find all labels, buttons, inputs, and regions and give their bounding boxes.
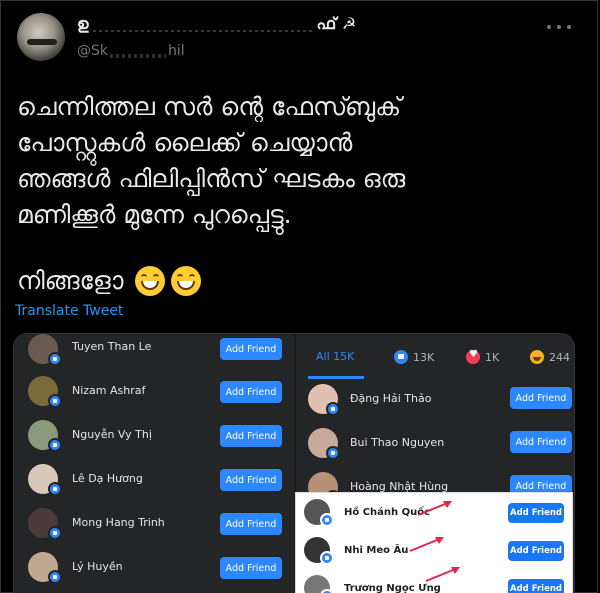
red-arrow-icon <box>409 537 444 552</box>
tweet-line: ഞങ്ങൾ ഫിലിപ്പിൻസ് ഘടകം ഒരു <box>17 164 406 193</box>
add-friend-button[interactable]: Add Friend <box>220 381 282 403</box>
author-name-start: ഉ <box>77 14 89 33</box>
like-badge-icon <box>320 551 334 565</box>
list-item: Bui Thao Nguyen Add Friend <box>296 422 574 466</box>
author-avatar[interactable] <box>17 13 65 61</box>
overlay-friend-list: Hồ Chánh Quốc Add Friend Nhi Meo Âu Add … <box>295 492 573 593</box>
author-handle[interactable]: @Sk hil <box>77 43 185 59</box>
list-item: Nguyễn Vy Thị Add Friend <box>14 414 294 458</box>
grinning-face-emoji-icon <box>171 266 202 296</box>
add-friend-button[interactable]: Add Friend <box>510 387 572 409</box>
add-friend-button[interactable]: Add Friend <box>220 513 282 535</box>
friend-name[interactable]: Nhi Meo Âu <box>344 545 408 556</box>
list-item: Lý Huyền Add Friend <box>14 546 294 590</box>
list-item: Nizam Ashraf Add Friend <box>14 370 294 414</box>
add-friend-button[interactable]: Add Friend <box>220 557 282 579</box>
redaction-mark <box>92 16 313 32</box>
tab-like[interactable]: 13K <box>394 350 434 364</box>
friend-name[interactable]: Mong Hang Trinh <box>72 516 165 529</box>
like-count: 13K <box>413 350 435 364</box>
friend-name[interactable]: Đặng Hải Thảo <box>350 392 431 405</box>
like-badge-icon <box>48 394 62 408</box>
friend-name[interactable]: Nguyễn Vy Thị <box>72 428 152 441</box>
handle-end: hil <box>168 43 185 59</box>
like-badge-icon <box>320 589 334 593</box>
like-badge-icon <box>326 446 340 460</box>
add-friend-button[interactable]: Add Friend <box>220 338 282 360</box>
friend-name[interactable]: Bui Thao Nguyen <box>350 436 444 449</box>
tweet-line: നിങ്ങളോ <box>17 266 124 295</box>
like-badge-icon <box>48 438 62 452</box>
tab-all[interactable]: All 15K <box>316 350 354 363</box>
tweet-line: പോസ്റ്റുകൾ ലൈക്ക് ചെയ്യാൻ <box>17 128 353 157</box>
love-reaction-icon <box>466 349 480 364</box>
tweet-last-line: നിങ്ങളോ <box>17 263 202 299</box>
haha-reaction-icon <box>530 350 544 364</box>
red-arrow-icon <box>425 567 460 582</box>
friend-name[interactable]: Tuyen Than Le <box>72 340 151 353</box>
handle-start: @Sk <box>77 43 108 59</box>
list-item: Tuyen Than Le Add Friend <box>14 334 294 370</box>
tab-love[interactable]: 1K <box>466 349 500 364</box>
tweet-body: ചെന്നിത്തല സർ ന്റെ ഫേസ്ബുക് പോസ്റ്റുകൾ ല… <box>17 89 587 233</box>
tweet-line: മണിക്കൂർ മുന്നേ പുറപ്പെട്ടു. <box>17 200 292 229</box>
add-friend-button[interactable]: Add Friend <box>508 579 564 593</box>
more-options-icon[interactable] <box>547 19 571 35</box>
reaction-tabs: All 15K 13K 1K 244 <box>296 342 574 379</box>
love-count: 1K <box>485 350 500 364</box>
like-reaction-icon <box>394 350 408 364</box>
tweet-card: ഉ ഫ് ☭ @Sk hil ചെന്നിത്തല സർ ന്റെ ഫേസ്ബു… <box>0 0 598 593</box>
grinning-face-emoji-icon <box>135 266 166 296</box>
add-friend-button[interactable]: Add Friend <box>510 431 572 453</box>
like-badge-icon <box>48 526 62 540</box>
tab-haha[interactable]: 244 <box>530 350 570 364</box>
red-arrow-icon <box>417 501 452 516</box>
like-badge-icon <box>326 402 340 416</box>
left-friend-list: Tuyen Than Le Add Friend Nizam Ashraf Ad… <box>14 334 294 593</box>
tweet-line: ചെന്നിത്തല സർ ന്റെ ഫേസ്ബുക് <box>17 92 402 121</box>
list-item: Lê Dạ Hương Add Friend <box>14 458 294 502</box>
add-friend-button[interactable]: Add Friend <box>508 503 564 523</box>
add-friend-button[interactable]: Add Friend <box>220 425 282 447</box>
like-badge-icon <box>48 352 62 366</box>
list-item: Mong Hang Trinh Add Friend <box>14 502 294 546</box>
list-item: Đặng Hải Thảo Add Friend <box>296 378 574 422</box>
like-badge-icon <box>48 482 62 496</box>
translate-tweet-link[interactable]: Translate Tweet <box>15 303 123 319</box>
like-badge-icon <box>320 513 334 527</box>
haha-count: 244 <box>549 350 570 364</box>
add-friend-button[interactable]: Add Friend <box>508 541 564 561</box>
redaction-mark <box>110 44 166 58</box>
author-name[interactable]: ഉ ഫ് ☭ <box>77 13 356 35</box>
friend-name[interactable]: Nizam Ashraf <box>72 384 145 397</box>
add-friend-button[interactable]: Add Friend <box>220 469 282 491</box>
like-badge-icon <box>48 570 62 584</box>
friend-name[interactable]: Lý Huyền <box>72 560 123 573</box>
friend-name[interactable]: Lê Dạ Hương <box>72 472 143 485</box>
author-name-end: ഫ് ☭ <box>316 14 357 33</box>
